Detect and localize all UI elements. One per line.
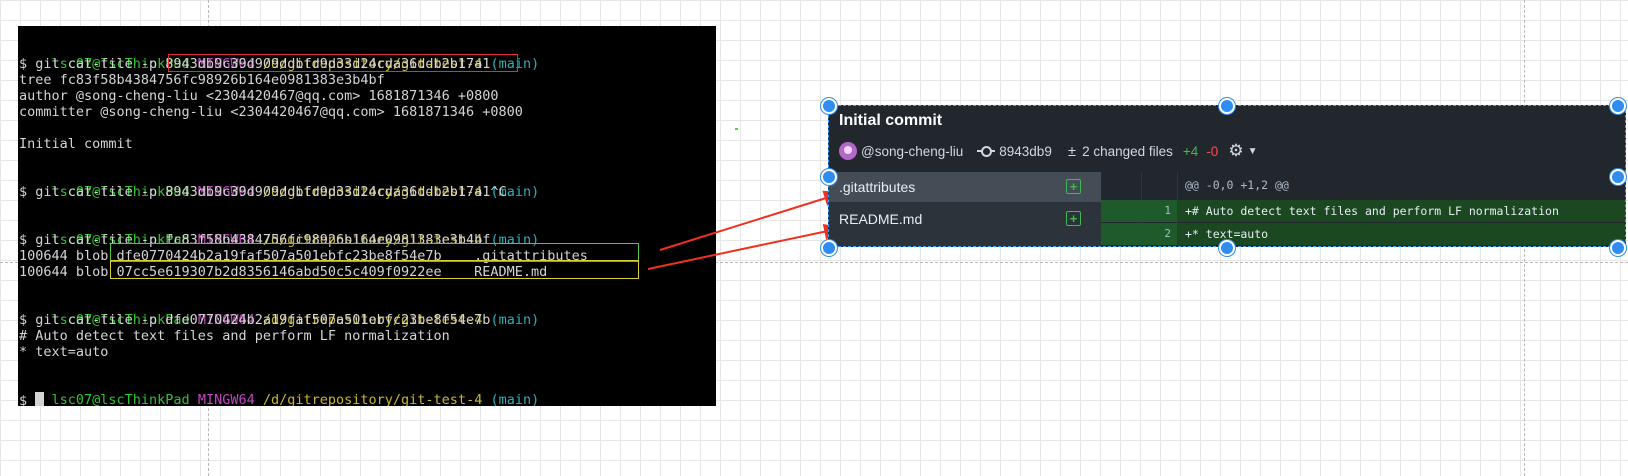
resize-handle-top-right[interactable] (1610, 98, 1626, 114)
resize-handle-bottom-right[interactable] (1610, 240, 1626, 256)
file-item-readme[interactable]: README.md + (829, 204, 1101, 234)
plus-minus-icon: ± (1067, 142, 1077, 160)
additions-count: +4 (1182, 143, 1199, 159)
commit-icon (977, 145, 996, 157)
arrow-to-gitattributes (659, 190, 844, 251)
file-added-icon: + (1066, 211, 1081, 226)
file-added-icon: + (1066, 179, 1081, 194)
diff-added-line: 1 +# Auto detect text files and perform … (1101, 200, 1625, 222)
commit-title: Initial commit (839, 112, 943, 129)
diff-code: +# Auto detect text files and perform LF… (1185, 204, 1559, 218)
arrow-to-readme (647, 223, 844, 270)
file-name: .gitattributes (839, 179, 916, 195)
line-number: 1 (1164, 204, 1171, 217)
chevron-down-icon[interactable]: ▼ (1248, 146, 1258, 157)
diff-view[interactable]: @@ -0,0 +1,2 @@ 1 +# Auto detect text fi… (1101, 172, 1625, 246)
resize-handle-top-middle[interactable] (1219, 98, 1235, 114)
resize-handle-bottom-left[interactable] (821, 240, 837, 256)
commit-meta: @song-cheng-liu 8943db9 ± 2 changed file… (839, 140, 1257, 162)
file-item-gitattributes[interactable]: .gitattributes + (829, 172, 1101, 202)
gear-icon[interactable]: ⚙ (1228, 141, 1243, 161)
commit-sha[interactable]: 8943db9 (999, 144, 1052, 159)
resize-handle-middle-right[interactable] (1610, 169, 1626, 185)
commit-card[interactable]: Initial commit @song-cheng-liu 8943db9 ±… (828, 105, 1626, 247)
commit-author[interactable]: @song-cheng-liu (861, 144, 963, 159)
small-marker (735, 128, 738, 130)
file-name: README.md (839, 211, 923, 227)
resize-handle-top-left[interactable] (821, 98, 837, 114)
diff-added-line: 2 +* text=auto (1101, 223, 1625, 245)
line-number: 2 (1164, 227, 1171, 240)
changed-files-count: 2 changed files (1082, 143, 1173, 159)
resize-handle-middle-left[interactable] (821, 169, 837, 185)
avatar-icon (839, 142, 857, 160)
deletions-count: -0 (1206, 143, 1219, 159)
resize-handle-bottom-middle[interactable] (1219, 240, 1235, 256)
changed-files-list: .gitattributes + README.md + (829, 172, 1101, 246)
hunk-header: @@ -0,0 +1,2 @@ (1185, 178, 1289, 192)
